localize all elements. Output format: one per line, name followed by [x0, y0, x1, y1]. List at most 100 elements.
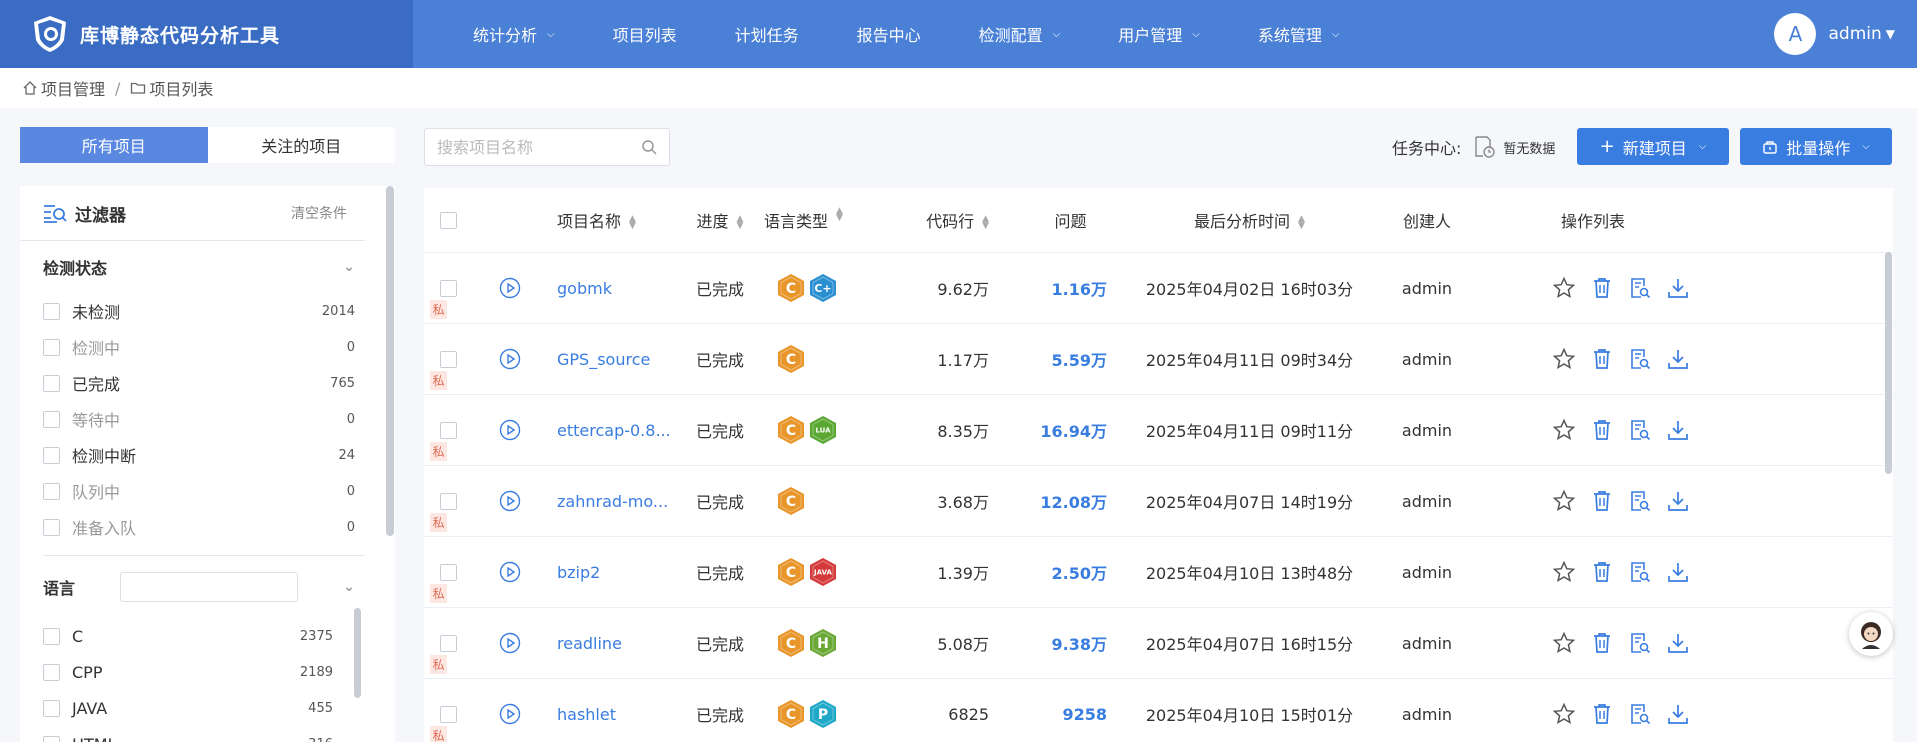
header-last-time[interactable]: 最后分析时间 ▲ ▼	[1142, 208, 1357, 232]
checkbox[interactable]	[43, 482, 60, 500]
project-search-input[interactable]	[437, 137, 641, 157]
search-icon[interactable]	[641, 139, 657, 155]
project-name-link[interactable]: hashlet	[536, 705, 676, 724]
star-icon[interactable]	[1552, 489, 1576, 513]
assistant-avatar-button[interactable]	[1849, 612, 1893, 656]
issue-count-link[interactable]: 5.59万	[999, 347, 1142, 371]
download-icon[interactable]	[1666, 418, 1690, 442]
nav-user-management[interactable]: 用户管理 ⌵	[1118, 22, 1200, 46]
breadcrumb-root[interactable]: 项目管理	[41, 76, 105, 100]
sort-icon[interactable]: ▲ ▼	[982, 214, 989, 230]
checkbox[interactable]	[43, 699, 60, 717]
language-scrollbar[interactable]	[354, 608, 361, 698]
trash-icon[interactable]	[1590, 702, 1614, 726]
view-report-icon[interactable]	[1628, 418, 1652, 442]
nav-statistics[interactable]: 统计分析 ⌵	[473, 22, 555, 46]
nav-scheduled-tasks[interactable]: 计划任务	[735, 22, 799, 46]
checkbox[interactable]	[43, 446, 60, 464]
sort-icon[interactable]: ▲ ▼	[629, 214, 636, 230]
brand[interactable]: 库博静态代码分析工具	[0, 0, 413, 68]
view-report-icon[interactable]	[1628, 560, 1652, 584]
language-option[interactable]: JAVA 455	[20, 690, 373, 726]
status-option[interactable]: 准备入队 0	[20, 509, 395, 545]
nav-detection-config[interactable]: 检测配置 ⌵	[979, 22, 1061, 46]
chevron-down-icon[interactable]: ⌄	[343, 579, 355, 595]
project-name-link[interactable]: zahnrad-mo...	[536, 492, 676, 511]
star-icon[interactable]	[1552, 276, 1576, 300]
star-icon[interactable]	[1552, 418, 1576, 442]
project-name-link[interactable]: GPS_source	[536, 350, 676, 369]
checkbox[interactable]	[43, 374, 60, 392]
header-language[interactable]: 语言类型 ▲ ▼	[764, 207, 884, 232]
trash-icon[interactable]	[1590, 276, 1614, 300]
batch-operation-button[interactable]: 批量操作 ⌵	[1740, 128, 1892, 165]
trash-icon[interactable]	[1590, 631, 1614, 655]
run-analysis-icon[interactable]	[499, 348, 521, 370]
row-checkbox[interactable]	[439, 350, 457, 368]
username[interactable]: admin	[1828, 24, 1881, 44]
checkbox[interactable]	[43, 735, 60, 742]
select-all-checkbox[interactable]	[439, 211, 457, 229]
row-checkbox[interactable]	[439, 421, 457, 439]
view-report-icon[interactable]	[1628, 276, 1652, 300]
download-icon[interactable]	[1666, 560, 1690, 584]
language-search-input[interactable]	[120, 572, 299, 602]
language-option[interactable]: CPP 2189	[20, 654, 373, 690]
star-icon[interactable]	[1552, 347, 1576, 371]
row-checkbox[interactable]	[439, 705, 457, 723]
trash-icon[interactable]	[1590, 489, 1614, 513]
status-section-header[interactable]: 检测状态 ⌄	[20, 241, 395, 293]
tab-followed-projects[interactable]: 关注的项目	[208, 127, 396, 163]
new-project-button[interactable]: + 新建项目 ⌵	[1577, 128, 1729, 165]
header-loc[interactable]: 代码行 ▲ ▼	[884, 208, 999, 232]
issue-count-link[interactable]: 12.08万	[999, 489, 1142, 513]
issue-count-link[interactable]: 16.94万	[999, 418, 1142, 442]
run-analysis-icon[interactable]	[499, 490, 521, 512]
header-name[interactable]: 项目名称 ▲ ▼	[536, 208, 676, 232]
filter-scrollbar[interactable]	[386, 186, 394, 536]
trash-icon[interactable]	[1590, 347, 1614, 371]
star-icon[interactable]	[1552, 631, 1576, 655]
sort-icon[interactable]: ▲ ▼	[737, 214, 744, 230]
avatar[interactable]: A	[1774, 13, 1817, 55]
star-icon[interactable]	[1552, 560, 1576, 584]
nav-report-center[interactable]: 报告中心	[857, 22, 921, 46]
clear-filters-link[interactable]: 清空条件	[291, 203, 347, 223]
checkbox[interactable]	[43, 518, 60, 536]
row-checkbox[interactable]	[439, 279, 457, 297]
checkbox[interactable]	[43, 663, 60, 681]
header-progress[interactable]: 进度 ▲ ▼	[676, 208, 764, 232]
run-analysis-icon[interactable]	[499, 277, 521, 299]
nav-system-management[interactable]: 系统管理 ⌵	[1258, 22, 1340, 46]
view-report-icon[interactable]	[1628, 631, 1652, 655]
status-option[interactable]: 检测中 0	[20, 329, 395, 365]
download-icon[interactable]	[1666, 631, 1690, 655]
row-checkbox[interactable]	[439, 492, 457, 510]
view-report-icon[interactable]	[1628, 489, 1652, 513]
checkbox[interactable]	[43, 410, 60, 428]
status-option[interactable]: 已完成 765	[20, 365, 395, 401]
project-name-link[interactable]: bzip2	[536, 563, 676, 582]
checkbox[interactable]	[43, 627, 60, 645]
language-option[interactable]: C 2375	[20, 618, 373, 654]
project-name-link[interactable]: readline	[536, 634, 676, 653]
sort-icon[interactable]: ▲ ▼	[1298, 214, 1305, 230]
row-checkbox[interactable]	[439, 563, 457, 581]
caret-down-icon[interactable]: ▼	[1886, 27, 1895, 41]
issue-count-link[interactable]: 9258	[999, 705, 1142, 724]
tab-all-projects[interactable]: 所有项目	[20, 127, 208, 163]
checkbox[interactable]	[43, 302, 60, 320]
run-analysis-icon[interactable]	[499, 632, 521, 654]
trash-icon[interactable]	[1590, 418, 1614, 442]
issue-count-link[interactable]: 2.50万	[999, 560, 1142, 584]
language-option[interactable]: HTML 316	[20, 726, 373, 742]
table-scrollbar[interactable]	[1885, 252, 1892, 474]
download-icon[interactable]	[1666, 347, 1690, 371]
view-report-icon[interactable]	[1628, 702, 1652, 726]
download-icon[interactable]	[1666, 276, 1690, 300]
run-analysis-icon[interactable]	[499, 561, 521, 583]
status-option[interactable]: 队列中 0	[20, 473, 395, 509]
chevron-down-icon[interactable]: ⌄	[343, 259, 355, 275]
download-icon[interactable]	[1666, 489, 1690, 513]
download-icon[interactable]	[1666, 702, 1690, 726]
